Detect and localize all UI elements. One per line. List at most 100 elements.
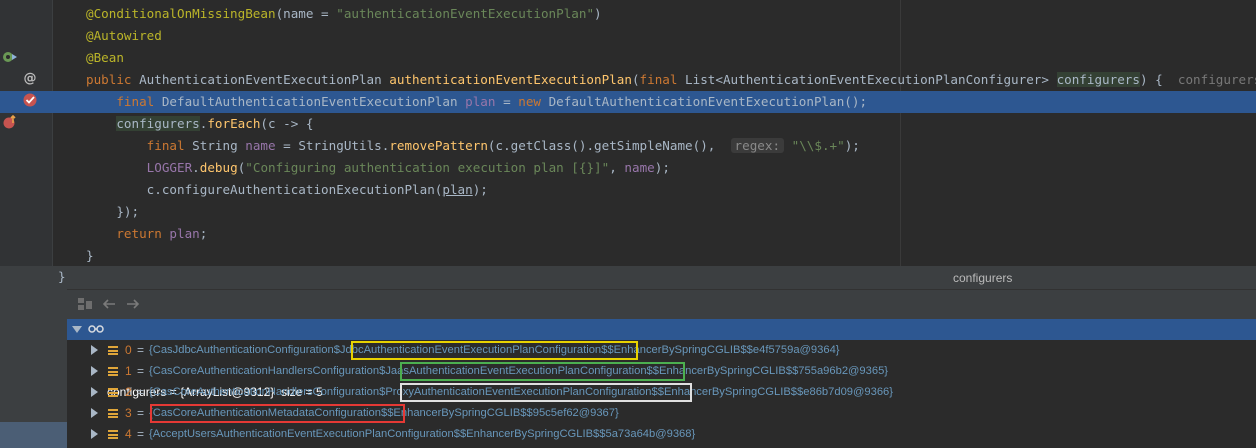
code-line[interactable]: public AuthenticationEventExecutionPlan …: [0, 69, 1256, 91]
code-line[interactable]: });: [0, 201, 1256, 223]
tree-row-item[interactable]: 1 = {CasCoreAuthenticationHandlersConfigur…: [67, 361, 1256, 382]
code-token: plan: [169, 226, 200, 241]
expand-icon[interactable]: [91, 429, 98, 439]
expand-icon[interactable]: [91, 387, 98, 397]
equals-sign: =: [137, 385, 145, 399]
inspect-toolbar: [67, 290, 1256, 317]
tree-row-item[interactable]: 3 = {CasCoreAuthenticationMetadataConfigur…: [67, 403, 1256, 424]
tree-row-item[interactable]: 2 = {CasCoreAuthenticationHandlersConfigur…: [67, 382, 1256, 403]
code-line[interactable]: @Bean: [0, 47, 1256, 69]
highlight-box: [400, 383, 692, 402]
code-token: =: [495, 94, 519, 109]
field-icon: [108, 409, 118, 418]
code-token: forEach: [207, 116, 261, 131]
code-token: ,: [609, 160, 625, 175]
expand-icon[interactable]: [91, 345, 98, 355]
code-line[interactable]: c.configureAuthenticationExecutionPlan(p…: [0, 179, 1256, 201]
code-token: });: [86, 204, 140, 219]
expand-icon[interactable]: [91, 408, 98, 418]
tree-row-item[interactable]: 0 = {CasJdbcAuthenticationConfiguration$Jd…: [67, 340, 1256, 361]
watch-glasses-icon: [88, 325, 104, 333]
field-icon: [108, 388, 118, 397]
code-line[interactable]: LOGGER.debug("Configuring authentication…: [0, 157, 1256, 179]
code-token: @Autowired: [86, 28, 162, 43]
variables-tree[interactable]: configurers = {ArrayList@9312} size = 5 …: [67, 319, 1256, 448]
code-token: configurers: [116, 116, 200, 131]
tree-row-item[interactable]: 4 = {AcceptUsersAuthenticationEventExecuti…: [67, 424, 1256, 445]
code-editor[interactable]: @ConditionalOnMissingBean(name = "authen…: [0, 0, 1256, 266]
method-breakpoint-icon[interactable]: [2, 114, 18, 130]
bean-method-icon[interactable]: [2, 49, 18, 65]
item-index: 0: [125, 343, 132, 357]
expand-icon[interactable]: [91, 366, 98, 376]
code-token: plan: [442, 182, 473, 197]
code-token: authenticationEventExecutionPlan: [389, 72, 632, 87]
code-token: (c -> {: [260, 116, 314, 131]
debug-side-strip-selected[interactable]: [0, 422, 67, 448]
code-line-text: @Autowired: [86, 25, 162, 47]
equals-sign: =: [137, 343, 145, 357]
code-line-text: }: [86, 245, 94, 266]
breakpoint-icon[interactable]: [22, 92, 38, 108]
autowired-icon[interactable]: @: [22, 69, 38, 85]
code-token: String: [192, 138, 246, 153]
code-line[interactable]: configurers.forEach(c -> {: [0, 113, 1256, 135]
code-line[interactable]: return plan;: [0, 223, 1256, 245]
forward-arrow-icon[interactable]: [125, 296, 141, 312]
code-line-text: configurers.forEach(c -> {: [86, 113, 314, 135]
code-token: (: [631, 72, 640, 87]
debug-side-strip: [0, 266, 67, 448]
code-line[interactable]: }: [0, 245, 1256, 266]
code-token: return: [116, 226, 170, 241]
code-token: ;: [199, 226, 208, 241]
tree-row-configurers[interactable]: configurers = {ArrayList@9312} size = 5: [67, 319, 1256, 399]
code-line-text: final String name = StringUtils.removePa…: [86, 135, 860, 157]
code-token: removePattern: [389, 138, 488, 153]
item-index: 2: [125, 385, 132, 399]
field-icon: [108, 346, 118, 355]
code-token: public: [86, 72, 140, 87]
code-line-text: LOGGER.debug("Configuring authentication…: [86, 157, 670, 179]
item-value: {AcceptUsersAuthenticationEventExecution…: [149, 428, 696, 440]
code-token: (c.getClass().getSimpleName(),: [487, 138, 731, 153]
highlight-box: [351, 341, 638, 360]
equals-sign: =: [137, 427, 145, 441]
inspect-title-text: configurers: [953, 271, 1013, 285]
back-arrow-icon[interactable]: [101, 296, 117, 312]
collapse-icon[interactable]: [72, 326, 82, 333]
code-line-text: @ConditionalOnMissingBean(name = "authen…: [86, 3, 602, 25]
code-token: "Configuring authentication execution pl…: [245, 160, 610, 175]
highlight-box: [150, 404, 405, 423]
view-as-icon[interactable]: [77, 296, 93, 312]
highlight-box: [400, 362, 685, 381]
code-line-text: @Bean: [86, 47, 124, 69]
svg-text:@: @: [24, 71, 37, 85]
code-token: );: [654, 160, 670, 175]
item-index: 1: [125, 364, 132, 378]
code-token: new: [518, 94, 549, 109]
code-token: .: [192, 160, 200, 175]
code-token: );: [844, 138, 860, 153]
code-line[interactable]: @ConditionalOnMissingBean(name = "authen…: [0, 3, 1256, 25]
code-token: LOGGER: [146, 160, 193, 175]
code-line[interactable]: @Autowired: [0, 25, 1256, 47]
code-line[interactable]: final DefaultAuthenticationEventExecutio…: [0, 91, 1256, 113]
code-line-text: final DefaultAuthenticationEventExecutio…: [86, 91, 867, 113]
code-token: @Bean: [86, 50, 124, 65]
code-line-text: });: [86, 201, 139, 223]
debug-variables-panel: configurers configurers = {ArrayList@931…: [0, 266, 1256, 448]
code-token: ): [594, 6, 602, 21]
code-token: plan: [465, 94, 496, 109]
code-token: @ConditionalOnMissingBean: [86, 6, 276, 21]
code-token: ) {: [1139, 72, 1178, 87]
equals-sign: =: [137, 406, 145, 420]
code-token: configurers: [1056, 72, 1140, 87]
code-token: configurers: size = 5: [1177, 72, 1256, 87]
code-line[interactable]: final String name = StringUtils.removePa…: [0, 135, 1256, 157]
